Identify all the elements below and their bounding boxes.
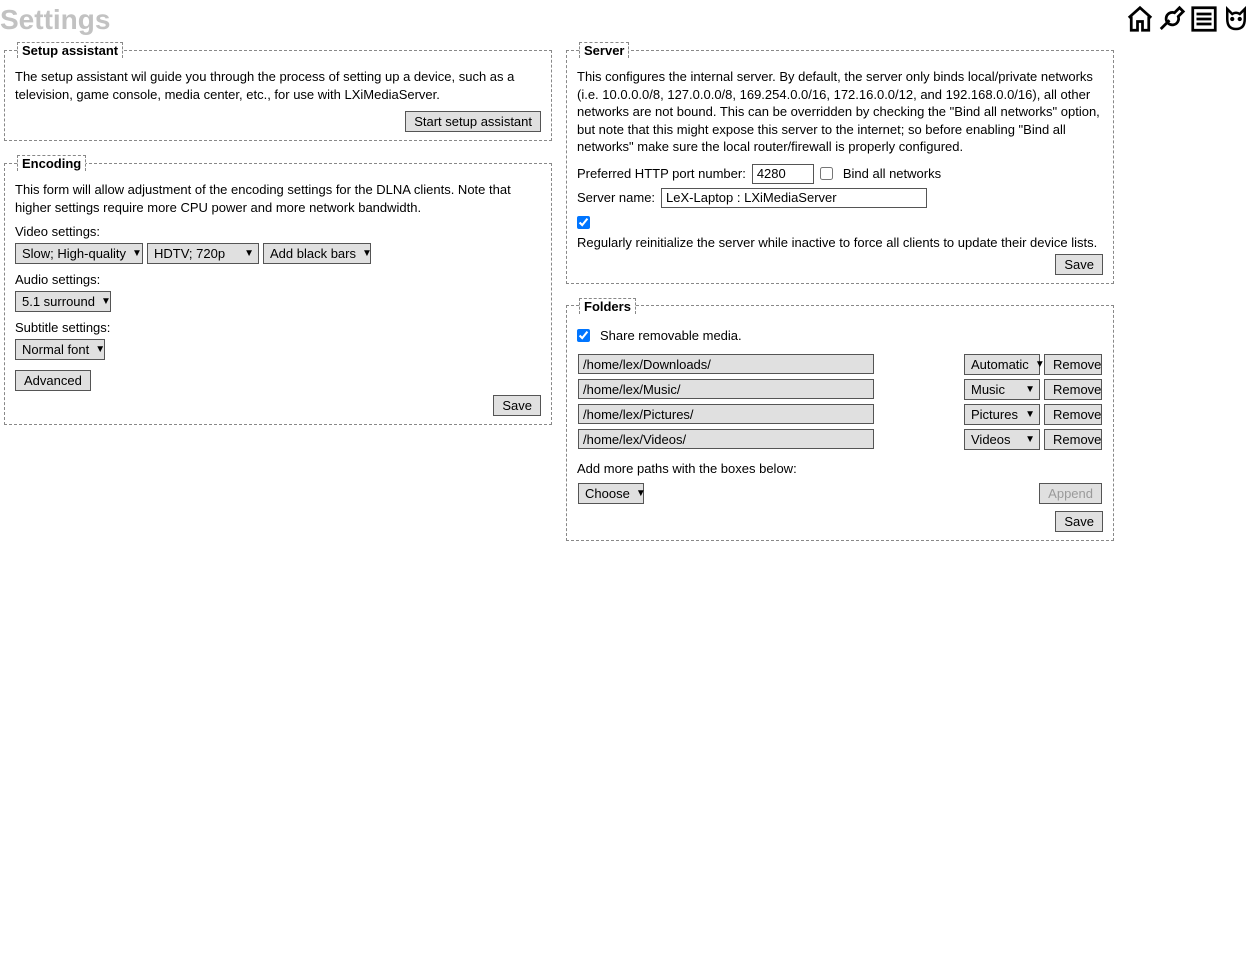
folder-row: Music ▼ Remove [577,378,1103,401]
folder-type-value: Pictures [971,407,1018,422]
server-name-label: Server name: [577,190,655,205]
folder-type-value: Automatic [971,357,1029,372]
folders-table: Automatic▼RemoveMusic▼RemovePictures▼Rem… [577,351,1103,453]
home-icon[interactable] [1125,4,1155,37]
folders-legend: Folders [579,298,636,314]
port-input[interactable] [752,164,814,184]
server-legend: Server [579,42,629,58]
add-more-label: Add more paths with the boxes below: [577,461,1103,476]
video-resolution-value: HDTV; 720p [154,246,225,261]
folder-type-value: Videos [971,432,1011,447]
chevron-down-icon: ▼ [1025,434,1035,445]
advanced-button[interactable]: Advanced [15,370,91,391]
chevron-down-icon: ▼ [1025,409,1035,420]
choose-folder-select[interactable]: Choose ▼ [578,483,644,504]
video-resolution-select[interactable]: HDTV; 720p ▼ [147,243,259,264]
encoding-legend: Encoding [17,155,86,171]
append-button[interactable]: Append [1039,483,1102,504]
chevron-down-icon: ▼ [95,344,105,355]
server-save-button[interactable]: Save [1055,254,1103,275]
folders-panel: Folders Share removable media. Automatic… [566,298,1114,541]
encoding-panel: Encoding This form will allow adjustment… [4,155,552,425]
video-aspect-select[interactable]: Add black bars ▼ [263,243,371,264]
folders-save-button[interactable]: Save [1055,511,1103,532]
audio-select[interactable]: 5.1 surround ▼ [15,291,111,312]
folder-row: Videos ▼ Remove [577,428,1103,451]
folder-type-value: Music [971,382,1005,397]
folder-path-input[interactable] [578,354,874,374]
page-title: Settings [0,4,1255,36]
chevron-down-icon: ▼ [636,488,646,499]
remove-folder-button[interactable]: Remove [1044,354,1102,375]
encoding-description: This form will allow adjustment of the e… [15,181,541,216]
video-quality-value: Slow; High-quality [22,246,126,261]
setup-legend: Setup assistant [17,42,123,58]
server-name-input[interactable] [661,188,927,208]
chevron-down-icon: ▼ [244,248,254,259]
subtitle-select[interactable]: Normal font ▼ [15,339,105,360]
video-aspect-value: Add black bars [270,246,356,261]
encoding-save-button[interactable]: Save [493,395,541,416]
subtitle-settings-label: Subtitle settings: [15,320,541,335]
video-quality-select[interactable]: Slow; High-quality ▼ [15,243,143,264]
reinit-checkbox[interactable] [577,216,590,229]
folder-path-input[interactable] [578,379,874,399]
subtitle-value: Normal font [22,342,89,357]
audio-value: 5.1 surround [22,294,95,309]
cat-icon[interactable] [1221,4,1251,37]
folder-path-input[interactable] [578,404,874,424]
share-removable-label: Share removable media. [600,328,742,343]
folder-path-input[interactable] [578,429,874,449]
folder-row: Pictures ▼ Remove [577,403,1103,426]
chevron-down-icon: ▼ [101,296,111,307]
chevron-down-icon: ▼ [132,248,142,259]
folder-type-select[interactable]: Automatic▼ [964,354,1040,375]
port-label: Preferred HTTP port number: [577,166,746,181]
folder-row: Automatic▼Remove [577,353,1103,376]
setup-panel: Setup assistant The setup assistant wil … [4,42,552,141]
reinit-label: Regularly reinitialize the server while … [577,235,1097,250]
toolbar [1125,4,1251,37]
chevron-down-icon: ▼ [1025,384,1035,395]
folder-type-select[interactable]: Music ▼ [964,379,1040,400]
remove-folder-button[interactable]: Remove [1044,379,1102,400]
remove-folder-button[interactable]: Remove [1044,404,1102,425]
remove-folder-button[interactable]: Remove [1044,429,1102,450]
chevron-down-icon: ▼ [362,248,372,259]
setup-description: The setup assistant wil guide you throug… [15,68,541,103]
log-icon[interactable] [1189,4,1219,37]
folder-type-select[interactable]: Pictures ▼ [964,404,1040,425]
bind-all-checkbox[interactable] [820,167,833,180]
server-description: This configures the internal server. By … [577,68,1103,156]
folder-type-select[interactable]: Videos ▼ [964,429,1040,450]
audio-settings-label: Audio settings: [15,272,541,287]
share-removable-checkbox[interactable] [577,329,590,342]
video-settings-label: Video settings: [15,224,541,239]
bind-all-label: Bind all networks [843,166,941,181]
start-setup-button[interactable]: Start setup assistant [405,111,541,132]
server-panel: Server This configures the internal serv… [566,42,1114,284]
wrench-icon[interactable] [1157,4,1187,37]
choose-label: Choose [585,486,630,501]
